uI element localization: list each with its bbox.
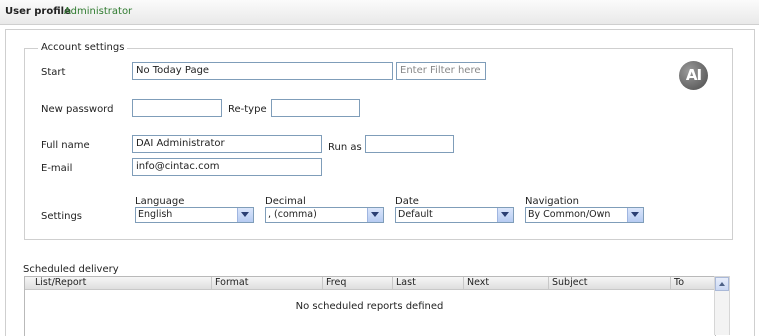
scroll-up-button[interactable] <box>715 277 729 291</box>
chevron-down-icon[interactable] <box>627 208 643 222</box>
page-title: User profile <box>5 6 71 17</box>
navigation-label: Navigation <box>525 196 579 207</box>
column-header-to[interactable]: To <box>670 277 714 289</box>
logo-icon: AI <box>679 61 708 90</box>
retype-password-field[interactable] <box>271 99 360 117</box>
column-header-format[interactable]: Format <box>211 277 322 289</box>
start-page-field[interactable]: No Today Page <box>132 62 393 80</box>
date-label: Date <box>395 196 419 207</box>
settings-label: Settings <box>41 211 83 222</box>
date-select-value: Default <box>398 209 433 220</box>
account-settings-legend: Account settings <box>38 42 128 53</box>
run-as-label: Run as <box>328 142 362 153</box>
chevron-down-icon[interactable] <box>237 208 253 222</box>
decimal-select[interactable]: , (comma) <box>265 207 384 223</box>
full-name-field[interactable]: DAI Administrator <box>132 135 322 153</box>
column-header-next[interactable]: Next <box>463 277 548 289</box>
navigation-select[interactable]: By Common/Own <box>525 207 644 223</box>
filter-input[interactable]: Enter Filter here <box>396 62 486 80</box>
scheduled-delivery-title: Scheduled delivery <box>23 264 119 275</box>
decimal-label: Decimal <box>265 196 306 207</box>
date-select[interactable]: Default <box>395 207 514 223</box>
empty-table-message: No scheduled reports defined <box>295 301 444 312</box>
language-select[interactable]: English <box>135 207 254 223</box>
column-header-freq[interactable]: Freq <box>322 277 392 289</box>
column-header-last[interactable]: Last <box>392 277 463 289</box>
run-as-field[interactable] <box>365 135 454 153</box>
chevron-down-icon[interactable] <box>367 208 383 222</box>
decimal-select-value: , (comma) <box>268 209 317 220</box>
chevron-up-icon <box>719 282 725 286</box>
language-select-value: English <box>138 209 173 220</box>
new-password-label: New password <box>41 104 114 115</box>
full-name-label: Full name <box>41 140 90 151</box>
email-field[interactable]: info@cintac.com <box>132 158 322 176</box>
column-header-list-report[interactable]: List/Report <box>25 277 211 289</box>
retype-label: Re-type <box>228 104 267 115</box>
chevron-down-icon[interactable] <box>497 208 513 222</box>
new-password-field[interactable] <box>132 99 222 117</box>
language-label: Language <box>135 196 185 207</box>
column-header-subject[interactable]: Subject <box>548 277 670 289</box>
page-user: Administrator <box>64 6 133 17</box>
navigation-select-value: By Common/Own <box>528 209 611 220</box>
email-label: E-mail <box>41 163 73 174</box>
start-label: Start <box>41 67 66 78</box>
